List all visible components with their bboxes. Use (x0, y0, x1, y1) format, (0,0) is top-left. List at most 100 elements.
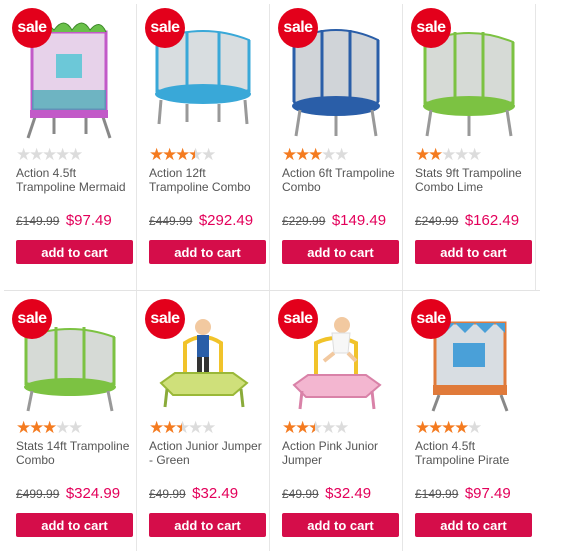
star-icon: ★ (42, 418, 58, 437)
product-row: sale ★ ★ ★ ★ ★ Stats 14ft Trampoline Combo £… (4, 290, 540, 551)
add-to-cart-button[interactable]: add to cart (415, 240, 532, 264)
price: £249.99 $162.49 (415, 212, 519, 230)
price: £449.99 $292.49 (149, 212, 253, 230)
sale-badge: sale (411, 299, 451, 339)
rating-stars: ★ ★ ★ ★ ★ (149, 418, 217, 437)
star-icon: ★ (295, 418, 311, 437)
star-icon: ★ (55, 418, 71, 437)
star-icon: ★ (308, 145, 324, 164)
add-to-cart-button[interactable]: add to cart (282, 513, 399, 537)
star-icon: ★ (188, 146, 203, 163)
product-name[interactable]: Stats 9ft Trampoline Combo Lime (415, 166, 533, 194)
product-card[interactable]: sale ★ ★ ★ ★ ★ Action 4.5ft Trampoline Pirat… (403, 291, 536, 551)
sale-price: $32.49 (325, 485, 372, 502)
sale-badge: sale (278, 299, 318, 339)
star-icon: ★ (162, 418, 178, 437)
price: £499.99 $324.99 (16, 485, 120, 503)
sale-price: $97.49 (464, 485, 511, 502)
star-icon: ★ (295, 145, 311, 164)
old-price: £49.99 (282, 487, 319, 501)
product-card[interactable]: sale ★★★★★ Action Junior Jumper - Green … (137, 291, 270, 551)
star-icon: ★ (149, 418, 165, 437)
star-icon: ★ (68, 418, 84, 437)
product-name[interactable]: Action 6ft Trampoline Combo (282, 166, 400, 194)
star-icon: ★ (68, 145, 84, 164)
rating-stars: ★ ★ ★ ★ ★ (282, 418, 350, 437)
price: £149.99 $97.49 (415, 485, 511, 503)
product-card[interactable]: sale ★ ★ ★ ★ ★ Action 4.5ft Trampoline Merma… (4, 4, 137, 290)
star-icon: ★ (415, 145, 431, 164)
star-icon: ★ (16, 145, 32, 164)
rating-stars: ★ ★ ★ ★ ★ (16, 418, 84, 437)
sale-badge: sale (12, 8, 52, 48)
sale-badge: sale (145, 299, 185, 339)
star-icon: ★ (149, 145, 165, 164)
old-price: £499.99 (16, 487, 60, 501)
old-price: £49.99 (149, 487, 186, 501)
rating-stars: ★ ★ ★ ★ ★ (149, 145, 217, 164)
product-card[interactable]: sale ★ ★ ★ ★ ★ Stats 9ft Trampoline Combo Li… (403, 4, 536, 290)
star-icon: ★ (441, 418, 457, 437)
add-to-cart-button[interactable]: add to cart (282, 240, 399, 264)
price: £49.99 $32.49 (282, 485, 371, 503)
star-icon: ★ (308, 419, 323, 436)
star-icon: ★ (282, 418, 298, 437)
sale-badge: sale (12, 299, 52, 339)
product-name[interactable]: Action 4.5ft Trampoline Mermaid (16, 166, 134, 194)
old-price: £249.99 (415, 214, 459, 228)
sale-price: $162.49 (464, 212, 520, 229)
star-icon: ★ (428, 145, 444, 164)
product-name[interactable]: Stats 14ft Trampoline Combo (16, 439, 134, 467)
price: £229.99 $149.49 (282, 212, 386, 230)
star-icon: ★ (29, 418, 45, 437)
sale-badge: sale (145, 8, 185, 48)
sale-price: $32.49 (192, 485, 239, 502)
star-icon: ★ (467, 418, 483, 437)
product-name[interactable]: Action Pink Junior Jumper (282, 439, 400, 467)
star-icon: ★ (175, 419, 190, 436)
star-icon: ★ (175, 145, 191, 164)
star-icon: ★ (467, 145, 483, 164)
star-icon: ★ (55, 145, 71, 164)
sale-price: $324.99 (65, 485, 121, 502)
sale-price: $97.49 (65, 212, 112, 229)
star-icon: ★ (42, 145, 58, 164)
old-price: £449.99 (149, 214, 193, 228)
rating-stars: ★ ★ ★ ★ ★ (415, 145, 483, 164)
star-icon: ★ (441, 145, 457, 164)
product-card[interactable]: sale ★★★★★ Action Pink Junior Jumper £49… (270, 291, 403, 551)
star-icon: ★ (334, 418, 350, 437)
product-name[interactable]: Action Junior Jumper - Green (149, 439, 267, 467)
star-icon: ★ (201, 418, 217, 437)
product-name[interactable]: Action 12ft Trampoline Combo (149, 166, 267, 194)
sale-badge: sale (411, 8, 451, 48)
add-to-cart-button[interactable]: add to cart (16, 513, 133, 537)
star-icon: ★ (321, 145, 337, 164)
add-to-cart-button[interactable]: add to cart (149, 513, 266, 537)
star-icon: ★ (201, 145, 217, 164)
star-icon: ★ (415, 418, 431, 437)
old-price: £229.99 (282, 214, 326, 228)
star-icon: ★ (29, 145, 45, 164)
rating-stars: ★ ★ ★ ★ ★ (282, 145, 349, 164)
star-icon: ★ (428, 418, 444, 437)
star-icon: ★ (282, 145, 298, 164)
add-to-cart-button[interactable]: add to cart (415, 513, 532, 537)
star-icon: ★ (454, 418, 470, 437)
product-card[interactable]: sale ★★★★★ Action 12ft Trampoline Combo (137, 4, 270, 290)
rating-stars: ★ ★ ★ ★ ★ (16, 145, 84, 164)
sale-price: $292.49 (198, 212, 254, 229)
rating-stars: ★ ★ ★ ★ ★ (415, 418, 483, 437)
add-to-cart-button[interactable]: add to cart (16, 240, 133, 264)
add-to-cart-button[interactable]: add to cart (149, 240, 266, 264)
sale-price: $149.49 (331, 212, 387, 229)
old-price: £149.99 (415, 487, 459, 501)
product-card[interactable]: sale ★ ★ ★ ★ ★ Action 6ft Trampoline Combo £… (270, 4, 403, 290)
product-name[interactable]: Action 4.5ft Trampoline Pirate (415, 439, 533, 467)
product-grid: sale ★ ★ ★ ★ ★ Action 4.5ft Trampoline Merma… (4, 4, 540, 551)
star-icon: ★ (454, 145, 470, 164)
product-row: sale ★ ★ ★ ★ ★ Action 4.5ft Trampoline Merma… (4, 4, 540, 290)
price: £49.99 $32.49 (149, 485, 238, 503)
product-card[interactable]: sale ★ ★ ★ ★ ★ Stats 14ft Trampoline Combo £… (4, 291, 137, 551)
sale-badge: sale (278, 8, 318, 48)
